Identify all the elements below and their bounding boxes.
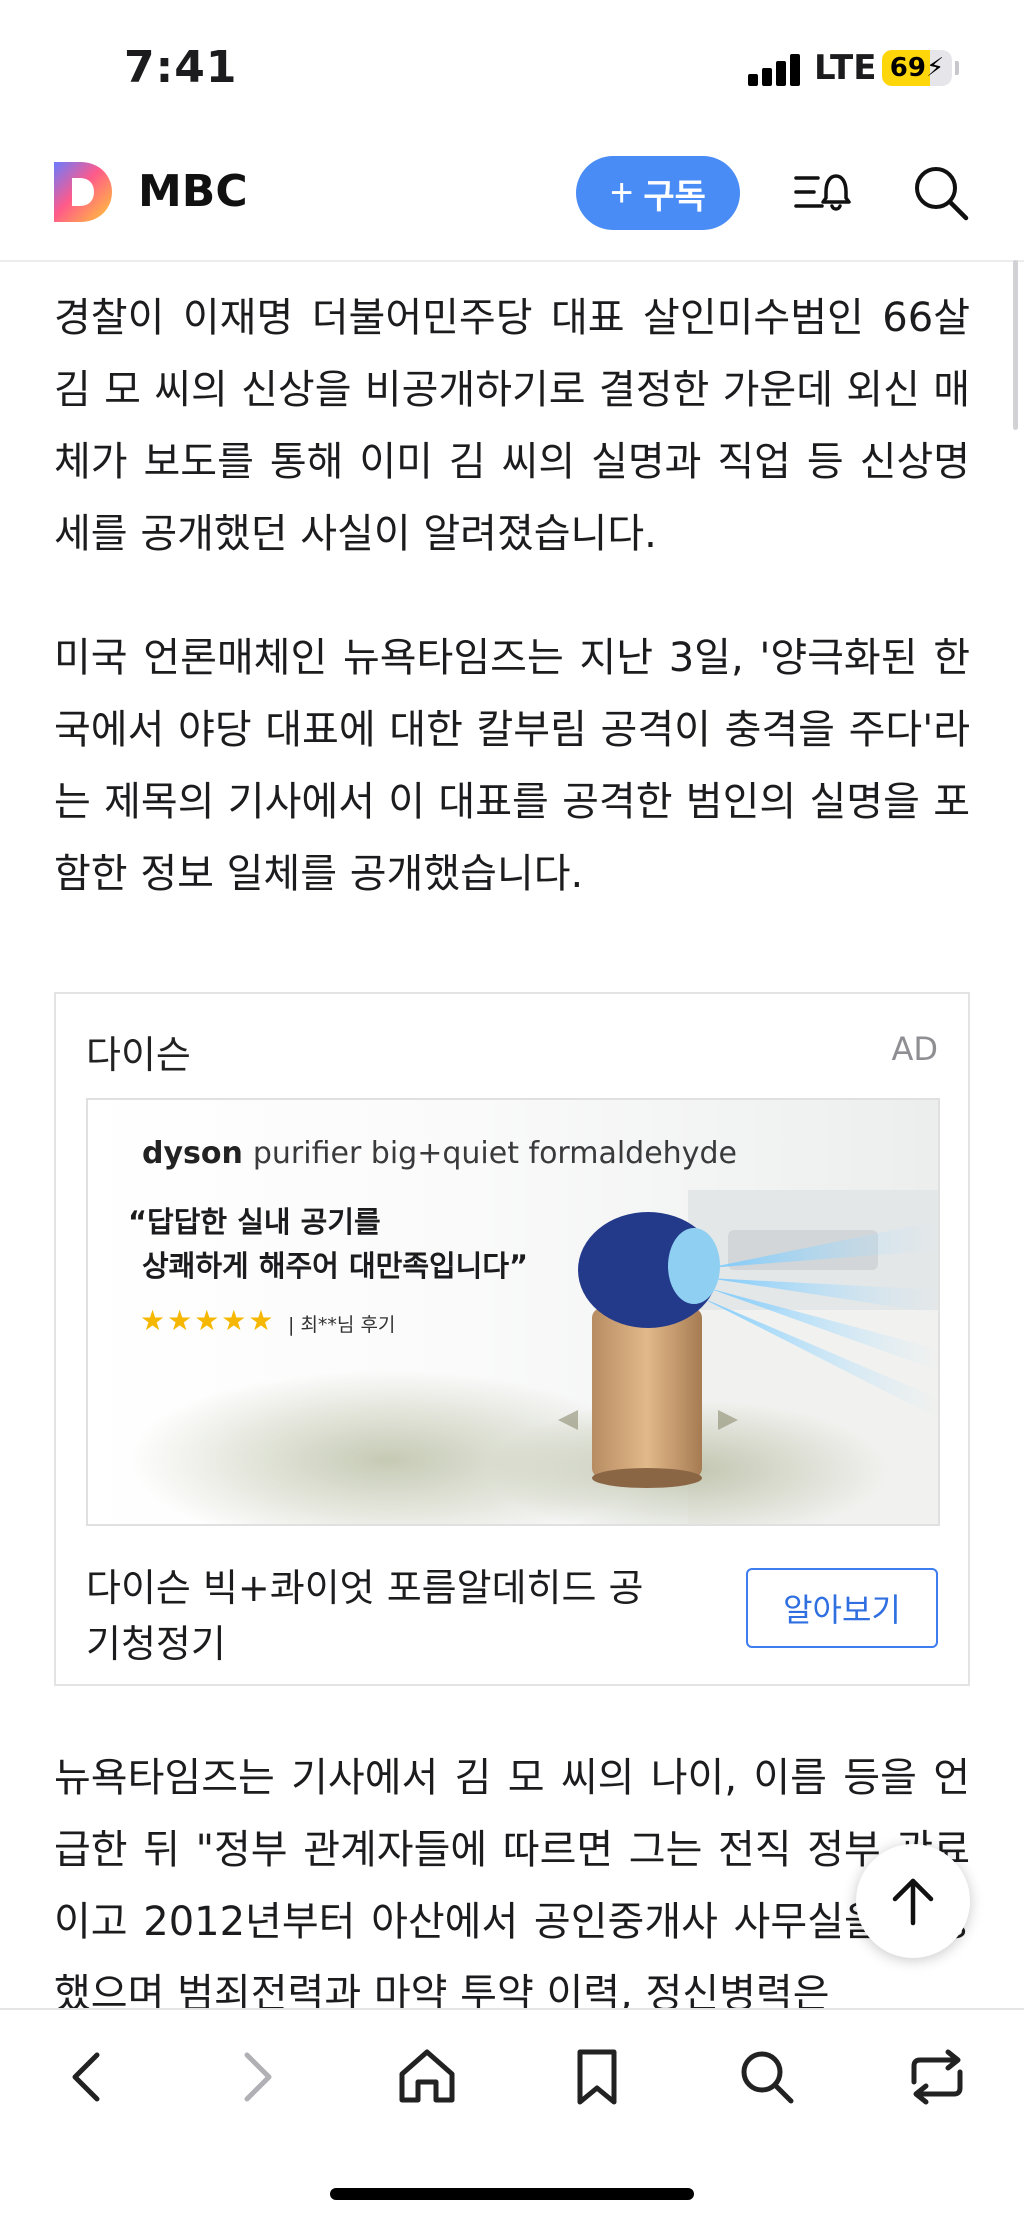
scrollbar[interactable] bbox=[1013, 260, 1018, 430]
article-paragraph: 경찰이 이재명 더불어민주당 대표 살인미수범인 66살 김 모 씨의 신상을 … bbox=[54, 295, 970, 557]
article-paragraph: 뉴욕타임즈는 기사에서 김 모 씨의 나이, 이름 등을 언급한 뒤 "정부 관… bbox=[54, 1755, 970, 2008]
back-icon[interactable] bbox=[52, 2042, 122, 2112]
ad-advertiser: 다이슨 bbox=[86, 1033, 191, 1077]
subscribe-label: 구독 bbox=[643, 177, 706, 216]
ad-card[interactable]: 다이슨 AD dyson purifier big+quiet formalde… bbox=[54, 992, 970, 1686]
ad-image[interactable]: dyson purifier big+quiet formaldehyde “답답… bbox=[86, 1098, 940, 1526]
subscribe-button[interactable]: + 구독 bbox=[576, 156, 740, 230]
ad-product-line: dyson purifier big+quiet formaldehyde bbox=[142, 1136, 737, 1171]
channel-name[interactable]: MBC bbox=[138, 166, 248, 217]
ad-badge: AD bbox=[891, 1030, 938, 1068]
home-indicator[interactable] bbox=[330, 2188, 694, 2200]
menu-bell-icon[interactable] bbox=[792, 162, 854, 224]
ad-title[interactable]: 다이슨 빅+콰이엇 포름알데히드 공기청정기 bbox=[86, 1560, 646, 1672]
article-body: 경찰이 이재명 더불어민주당 대표 살인미수범인 66살 김 모 씨의 신상을 … bbox=[54, 262, 970, 2008]
search-icon[interactable] bbox=[732, 2042, 802, 2112]
battery-percentage: 69⚡ bbox=[889, 53, 945, 83]
scroll-to-top-button[interactable] bbox=[856, 1844, 970, 1958]
ad-quote: “답답한 실내 공기를 상쾌하게 해주어 대만족입니다” bbox=[128, 1205, 529, 1283]
browser-toolbar bbox=[0, 2008, 1024, 2216]
signal-icon bbox=[748, 52, 802, 86]
mbc-logo-icon[interactable] bbox=[52, 160, 114, 224]
forward-icon[interactable] bbox=[222, 2042, 292, 2112]
network-type: LTE bbox=[814, 48, 877, 88]
arrow-up-icon bbox=[892, 1878, 934, 1926]
status-bar: 7:41 LTE 69⚡ bbox=[0, 0, 1024, 130]
learn-more-button[interactable]: 알아보기 bbox=[746, 1568, 938, 1648]
bookmark-icon[interactable] bbox=[562, 2042, 632, 2112]
app-header: MBC + 구독 bbox=[0, 130, 1024, 262]
plus-icon: + bbox=[610, 170, 634, 215]
share-icon[interactable] bbox=[902, 2042, 972, 2112]
battery-cap bbox=[955, 61, 959, 75]
battery-icon: 69⚡ bbox=[882, 50, 952, 86]
status-time: 7:41 bbox=[124, 42, 238, 93]
rating-stars-icon: ★★★★★ bbox=[140, 1304, 276, 1337]
article-paragraph: 미국 언론매체인 뉴욕타임즈는 지난 3일, '양극화된 한국에서 야당 대표에… bbox=[54, 635, 970, 897]
home-icon[interactable] bbox=[392, 2042, 462, 2112]
ad-review: | 최**님 후기 bbox=[288, 1314, 396, 1336]
search-icon[interactable] bbox=[910, 162, 972, 224]
